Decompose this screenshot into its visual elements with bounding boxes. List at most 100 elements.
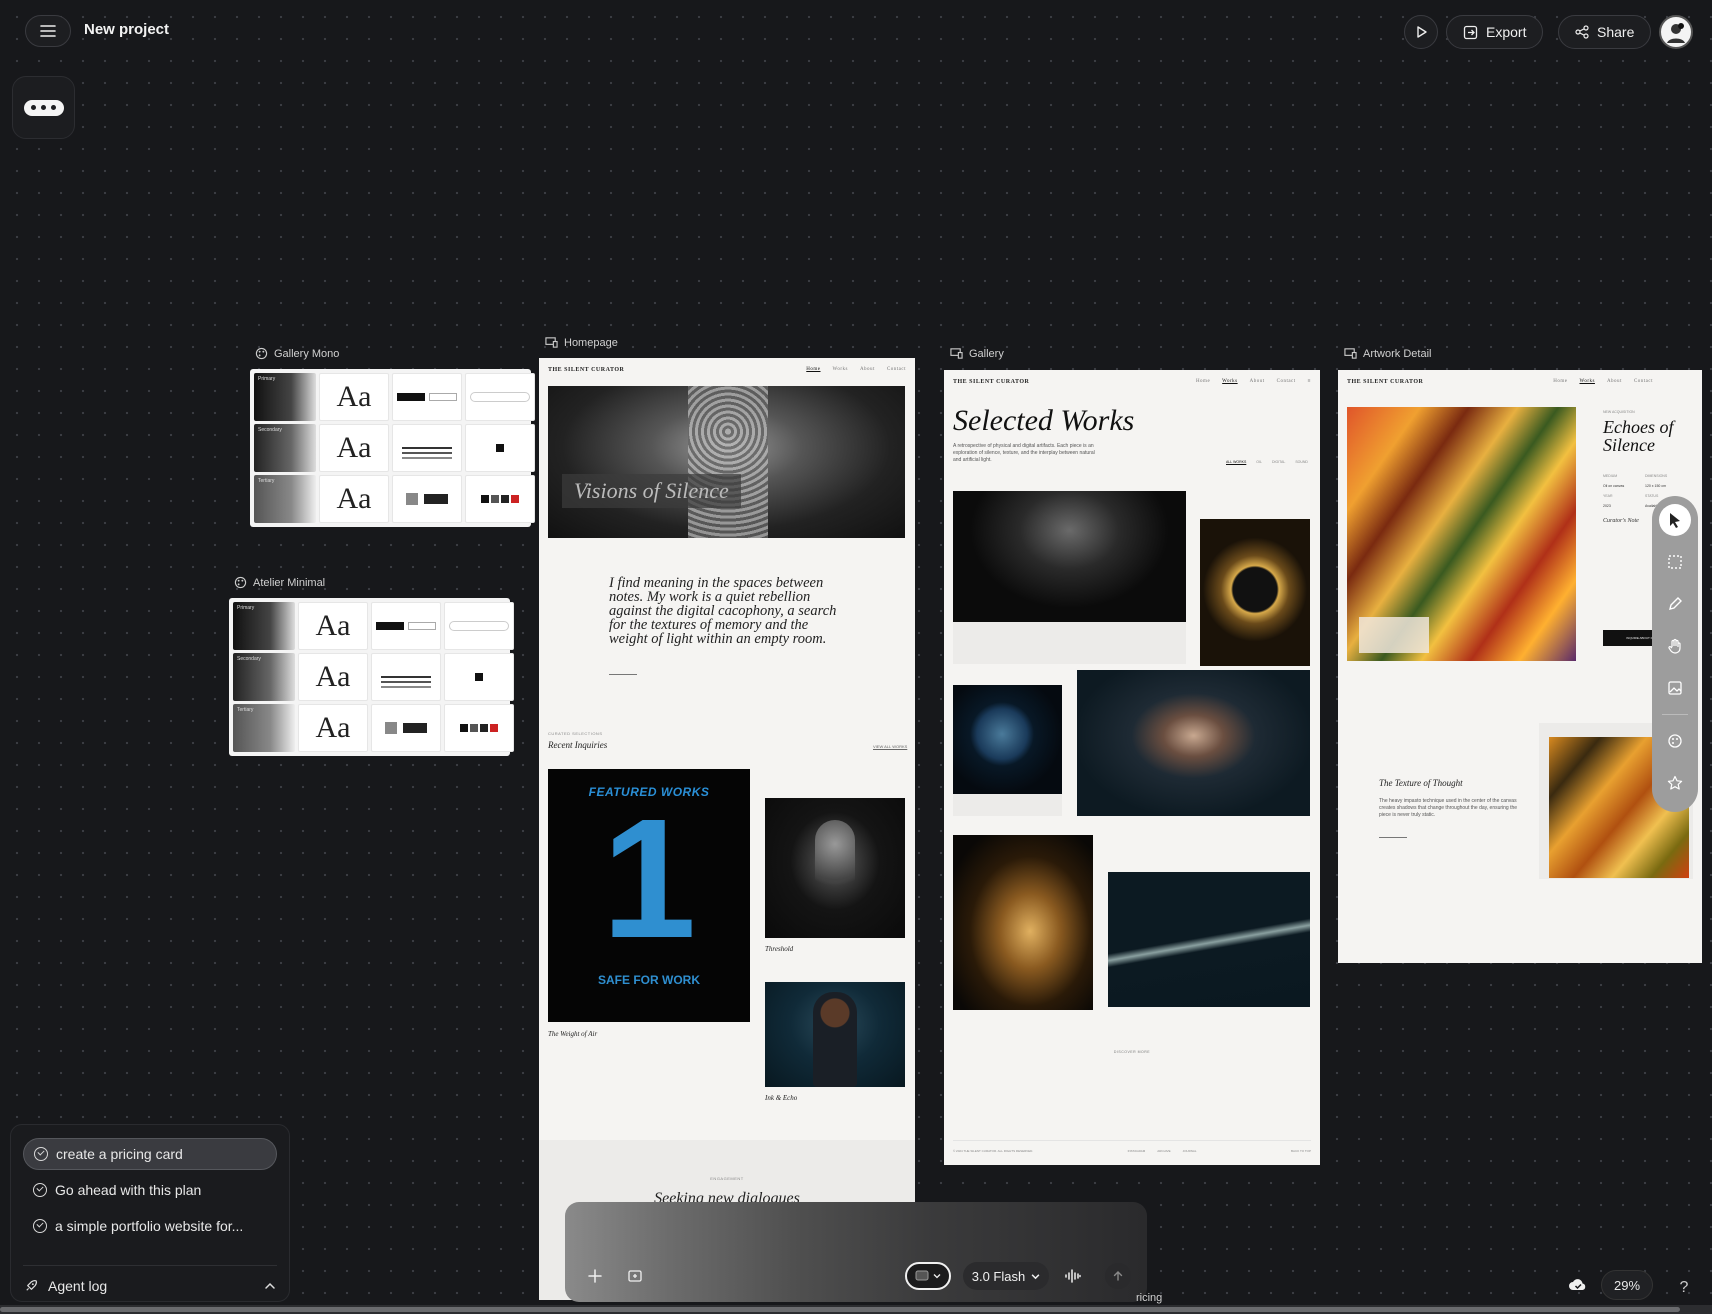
artwork-old-man[interactable] [953,491,1186,622]
nav-contact[interactable]: Contact [887,367,906,373]
menu-icon[interactable]: ≡ [1308,379,1311,385]
back-to-top-link[interactable]: BACK TO TOP [1291,1149,1311,1153]
type-sample: Aa [298,602,368,650]
theme-tool[interactable] [1659,725,1691,757]
nav-about[interactable]: About [1250,379,1265,385]
type-sample-text: Aa [336,482,372,515]
type-sample: Aa [298,653,368,701]
pricing-frame-label[interactable]: ricing [1136,1292,1162,1304]
log-item[interactable]: a simple portfolio website for... [23,1210,277,1242]
nav-contact[interactable]: Contact [1277,379,1296,385]
model-label: 3.0 Flash [971,1268,1026,1284]
cursor-icon [1670,513,1680,528]
bust-figure [815,820,855,900]
footer-link-journal[interactable]: JOURNAL [1183,1149,1197,1153]
filter-sound[interactable]: SOUND [1295,460,1308,464]
nav-works[interactable]: Works [1580,379,1595,385]
pencil-tool[interactable] [1659,588,1691,620]
export-label: Export [1486,24,1527,40]
nav-works[interactable]: Works [1222,379,1237,385]
homepage-frame[interactable]: THE SILENT CURATOR Home Works About Cont… [539,358,915,1300]
marquee-tool[interactable] [1659,546,1691,578]
search-sample [465,373,535,421]
nav-about[interactable]: About [1607,379,1622,385]
design-system-gallery-mono[interactable]: Primary Aa Secondary Aa Tertiary Aa [250,369,535,527]
image-tool[interactable] [1659,672,1691,704]
nav-contact[interactable]: Contact [1634,379,1653,385]
voice-button[interactable] [1061,1264,1085,1288]
swatch-secondary: Secondary [233,653,295,701]
artist-quote: I find meaning in the spaces between not… [609,575,837,647]
user-avatar[interactable] [1659,15,1693,49]
export-button[interactable]: Export [1446,15,1544,49]
scrollbar-thumb[interactable] [0,1307,1680,1312]
swatch-tertiary: Tertiary [233,704,295,752]
artwork-portrait[interactable] [1077,670,1310,816]
design-system-atelier-minimal[interactable]: Primary Aa Secondary Aa Tertiary Aa [229,598,514,756]
type-sample-text: Aa [315,660,351,693]
artwork-shards[interactable] [953,835,1093,1010]
play-button[interactable] [1404,15,1438,49]
send-button[interactable] [1105,1263,1131,1289]
artwork-golden-ring[interactable] [1200,519,1310,666]
nav-home[interactable]: Home [806,367,820,373]
artwork-detail-frame[interactable]: THE SILENT CURATOR Home Works About Cont… [1338,370,1702,963]
type-sample: Aa [319,373,389,421]
artwork-old-man-panel [953,622,1186,664]
type-sample-text: Aa [315,609,351,642]
waveform-icon [1065,1269,1081,1283]
nav-home[interactable]: Home [1196,379,1210,385]
palette-icon [1668,734,1682,748]
featured-artwork[interactable]: FEATURED WORKS 1 SAFE FOR WORK [548,769,750,1022]
project-title[interactable]: New project [84,21,169,38]
horizontal-scrollbar[interactable] [0,1305,1712,1314]
device-toggle[interactable] [905,1262,951,1290]
type-sample-text: Aa [336,431,372,464]
help-button[interactable]: ? [1672,1276,1696,1300]
ink-echo-artwork[interactable] [765,982,905,1087]
add-button[interactable] [583,1264,607,1288]
sync-status[interactable] [1567,1274,1589,1296]
agent-log-toggle[interactable]: Agent log [23,1265,277,1294]
site-nav: Home Works About Contact [806,367,906,373]
nav-home[interactable]: Home [1553,379,1567,385]
frame-label-atelier-minimal[interactable]: Atelier Minimal [234,576,325,589]
artwork-light-streak[interactable] [1108,872,1310,1007]
attach-screen-button[interactable] [623,1264,647,1288]
hero-title: Visions of Silence [562,474,741,508]
menu-button[interactable] [25,15,71,47]
filter-digital[interactable]: DIGITAL [1272,460,1285,464]
frame-label-homepage[interactable]: Homepage [545,336,618,349]
swatch-label: Secondary [258,427,282,433]
filter-all[interactable]: ALL WORKS [1226,460,1246,464]
prompt-box[interactable]: 3.0 Flash [565,1202,1147,1302]
log-item[interactable]: Go ahead with this plan [23,1174,277,1206]
gallery-frame[interactable]: THE SILENT CURATOR Home Works About Cont… [944,370,1320,1165]
threshold-artwork[interactable] [765,798,905,938]
artwork-planet[interactable] [953,685,1062,794]
zoom-level[interactable]: 29% [1601,1270,1653,1300]
share-button[interactable]: Share [1558,15,1652,49]
chat-toggle-button[interactable] [12,76,75,139]
footer-link-archive[interactable]: ARCHIVE [1157,1149,1170,1153]
model-selector[interactable]: 3.0 Flash [963,1262,1049,1290]
select-tool[interactable] [1659,504,1691,536]
frame-label-artwork-detail[interactable]: Artwork Detail [1344,347,1431,360]
favorites-tool[interactable] [1659,767,1691,799]
view-all-link[interactable]: VIEW ALL WORKS [873,744,907,749]
chevron-down-icon [933,1274,941,1279]
site-footer: © 2024 THE SILENT CURATOR. ALL RIGHTS RE… [953,1140,1311,1153]
nav-about[interactable]: About [860,367,875,373]
log-item[interactable]: create a pricing card [23,1138,277,1170]
load-more-link[interactable]: DISCOVER MORE [944,1050,1320,1054]
frame-title: Homepage [564,336,618,349]
nav-works[interactable]: Works [833,367,848,373]
hand-tool[interactable] [1659,630,1691,662]
filter-oil[interactable]: OIL [1256,460,1262,464]
frame-label-gallery-mono[interactable]: Gallery Mono [255,347,339,360]
artwork-planet-panel [953,794,1062,816]
frame-label-gallery[interactable]: Gallery [950,347,1004,360]
footer-link-instagram[interactable]: INSTAGRAM [1128,1149,1146,1153]
palette-icon [234,576,247,589]
quote-divider [609,674,637,675]
